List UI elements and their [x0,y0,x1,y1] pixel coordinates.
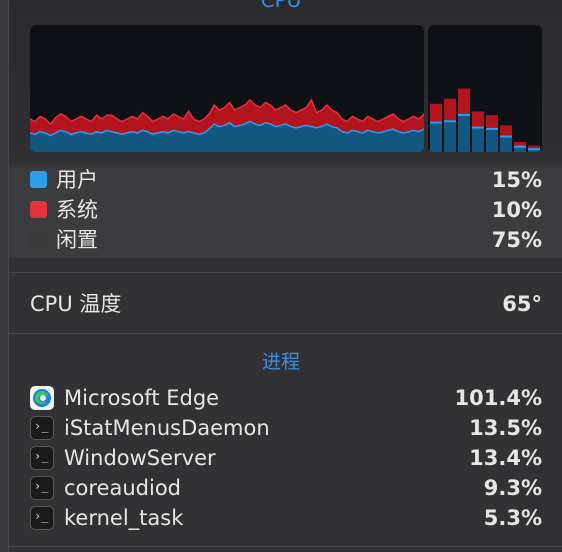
process-row[interactable]: kernel_task 5.3% [30,501,542,533]
cpu-history-graph [30,98,424,152]
terminal-icon [30,441,54,471]
user-bar-top [444,120,456,123]
process-name: Microsoft Edge [64,386,220,410]
legend-idle: 闲置 75% [30,226,542,254]
process-name: WindowServer [64,446,216,470]
cpu-history-chart [30,25,424,152]
user-bar [472,126,484,152]
user-bar-top [528,148,540,151]
system-swatch-icon [30,201,47,218]
process-row[interactable]: Microsoft Edge 101.4% [30,383,542,413]
system-bar [500,125,512,136]
legend-user: 用户 15% [30,166,542,194]
legend-idle-value: 75% [491,228,542,252]
user-bar [430,121,442,152]
user-bar-top [514,145,526,148]
process-cpu-value: 13.5% [469,416,542,440]
legend-system: 系统 10% [30,196,542,224]
user-bar-top [486,127,498,130]
cpu-core-history-chart [428,25,542,152]
system-bar [486,115,498,128]
user-bar-top [472,126,484,129]
user-swatch-icon [30,171,47,188]
user-bar [500,135,512,152]
cpu-core-bars [430,88,540,152]
cpu-temperature-row: CPU 温度 65° [30,288,542,320]
cpu-temperature-label: CPU 温度 [30,292,122,316]
process-name: kernel_task [64,506,184,530]
divider [8,272,562,273]
process-row[interactable]: iStatMenusDaemon 13.5% [30,411,542,443]
user-bar [444,120,456,152]
process-cpu-value: 13.4% [469,446,542,470]
process-name: iStatMenusDaemon [64,416,270,440]
user-bar [458,113,470,152]
user-bar-top [430,121,442,124]
idle-swatch-icon [30,231,47,248]
system-bar [514,141,526,146]
system-bar [472,111,484,127]
process-cpu-value: 9.3% [483,476,542,500]
edge-icon [30,386,54,410]
process-cpu-value: 101.4% [454,386,542,410]
system-bar [528,145,540,149]
user-bar-top [500,135,512,138]
legend-system-value: 10% [491,198,542,222]
cpu-temperature-value: 65° [502,292,542,316]
terminal-icon [30,411,54,441]
process-row[interactable]: WindowServer 13.4% [30,441,542,473]
divider [8,333,562,334]
system-bar [430,103,442,122]
legend-idle-label: 闲置 [56,228,98,252]
legend-system-label: 系统 [56,198,98,222]
user-bar-top [458,113,470,116]
user-bar [486,127,498,152]
divider [8,546,562,547]
legend-user-value: 15% [491,168,542,192]
process-cpu-value: 5.3% [483,506,542,530]
cpu-title: CPU [260,0,302,12]
system-bar [458,88,470,114]
terminal-icon [30,501,54,531]
legend-user-label: 用户 [56,168,98,192]
process-name: coreaudiod [64,476,182,500]
processes-title: 进程 [261,351,300,373]
terminal-icon [30,471,54,501]
system-bar [444,98,456,121]
process-row[interactable]: coreaudiod 9.3% [30,471,542,503]
